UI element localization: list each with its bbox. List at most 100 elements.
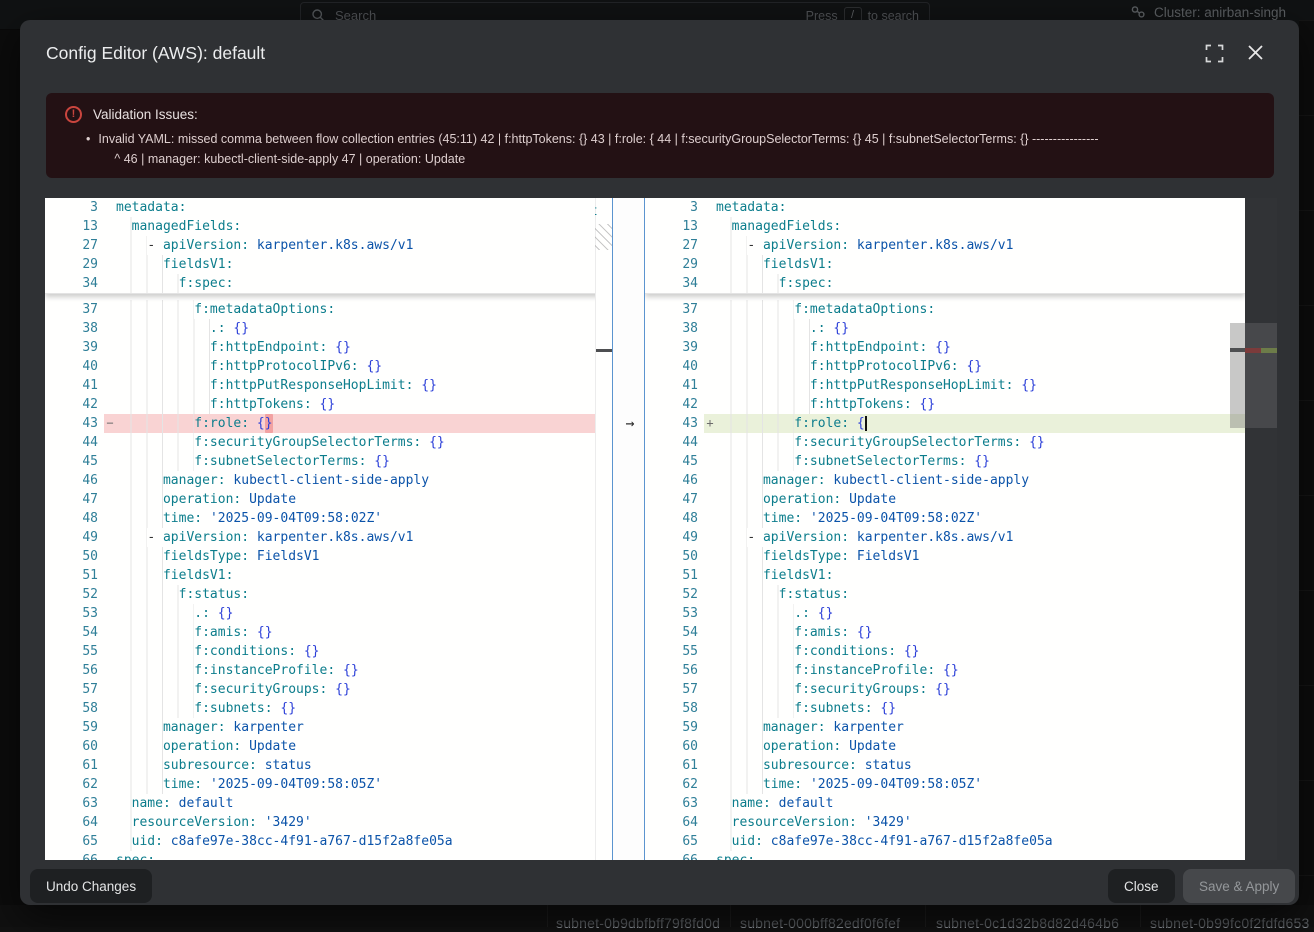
code-line[interactable]: 37 f:metadataOptions: (45, 300, 595, 319)
code-line[interactable]: 61 subresource: status (45, 756, 595, 775)
code-line[interactable]: 55 f:conditions: {} (645, 642, 1245, 661)
code-line[interactable]: 66spec: (45, 851, 595, 860)
diff-sign (704, 433, 716, 452)
sticky-line[interactable]: 27 - apiVersion: karpenter.k8s.aws/v1 (645, 236, 1245, 255)
left-pane-overview-ruler[interactable]: at (595, 198, 612, 860)
sticky-line[interactable]: 3metadata: (645, 198, 1245, 217)
diff-sign (104, 604, 116, 623)
code-line[interactable]: 63 name: default (45, 794, 595, 813)
code-line[interactable]: 43− f:role: {} (45, 414, 595, 433)
code-line[interactable]: 53 .: {} (45, 604, 595, 623)
code-line[interactable]: 60 operation: Update (645, 737, 1245, 756)
code-line[interactable]: 57 f:securityGroups: {} (645, 680, 1245, 699)
code-line[interactable]: 63 name: default (645, 794, 1245, 813)
revert-change-arrow[interactable]: → (620, 414, 640, 433)
yaml-diff-editor[interactable]: 37 f:metadataOptions:38 .: {}39 f:httpEn… (45, 198, 1277, 860)
code-line[interactable]: 41 f:httpPutResponseHopLimit: {} (45, 376, 595, 395)
code-line[interactable]: 50 fieldsType: FieldsV1 (45, 547, 595, 566)
sticky-line[interactable]: 34 f:spec: (645, 274, 1245, 293)
diff-sign (104, 756, 116, 775)
diff-sign (104, 832, 116, 851)
sticky-line[interactable]: 3metadata: (45, 198, 595, 217)
sticky-line[interactable]: 29 fieldsV1: (45, 255, 595, 274)
code-line[interactable]: 62 time: '2025-09-04T09:58:05Z' (45, 775, 595, 794)
code-line[interactable]: 49 - apiVersion: karpenter.k8s.aws/v1 (45, 528, 595, 547)
code-line[interactable]: 38 .: {} (45, 319, 595, 338)
code-text: spec: (716, 851, 1245, 860)
code-line[interactable]: 52 f:status: (45, 585, 595, 604)
code-line[interactable]: 40 f:httpProtocolIPv6: {} (45, 357, 595, 376)
close-button[interactable]: Close (1108, 869, 1175, 903)
code-line[interactable]: 59 manager: karpenter (645, 718, 1245, 737)
fullscreen-expand-button[interactable] (1205, 44, 1225, 64)
code-line[interactable]: 61 subresource: status (645, 756, 1245, 775)
code-line[interactable]: 45 f:subnetSelectorTerms: {} (645, 452, 1245, 471)
code-line[interactable]: 66spec: (645, 851, 1245, 860)
code-line[interactable]: 50 fieldsType: FieldsV1 (645, 547, 1245, 566)
diff-sign (704, 794, 716, 813)
code-line[interactable]: 46 manager: kubectl-client-side-apply (45, 471, 595, 490)
code-line[interactable]: 43+ f:role: { (645, 414, 1245, 433)
code-line[interactable]: 51 fieldsV1: (45, 566, 595, 585)
sticky-line[interactable]: 27 - apiVersion: karpenter.k8s.aws/v1 (45, 236, 595, 255)
code-text: metadata: (716, 198, 1245, 217)
code-line[interactable]: 65 uid: c8afe97e-38cc-4f91-a767-d15f2a8f… (645, 832, 1245, 851)
scrollbar-slider[interactable] (1230, 323, 1245, 428)
code-line[interactable]: 47 operation: Update (45, 490, 595, 509)
sticky-line[interactable]: 13 managedFields: (645, 217, 1245, 236)
sticky-line[interactable]: 13 managedFields: (45, 217, 595, 236)
close-icon[interactable] (1247, 44, 1267, 64)
code-line[interactable]: 40 f:httpProtocolIPv6: {} (645, 357, 1245, 376)
diff-sign: + (704, 414, 716, 433)
code-text: manager: karpenter (116, 718, 595, 737)
code-line[interactable]: 55 f:conditions: {} (45, 642, 595, 661)
code-line[interactable]: 49 - apiVersion: karpenter.k8s.aws/v1 (645, 528, 1245, 547)
code-line[interactable]: 48 time: '2025-09-04T09:58:02Z' (645, 509, 1245, 528)
code-line[interactable]: 41 f:httpPutResponseHopLimit: {} (645, 376, 1245, 395)
code-line[interactable]: 39 f:httpEndpoint: {} (45, 338, 595, 357)
code-line[interactable]: 48 time: '2025-09-04T09:58:02Z' (45, 509, 595, 528)
save-apply-button[interactable]: Save & Apply (1183, 869, 1295, 903)
line-number: 65 (45, 832, 104, 851)
diff-sign (704, 661, 716, 680)
right-pane-scrollbar[interactable] (1230, 198, 1245, 860)
code-line[interactable]: 59 manager: karpenter (45, 718, 595, 737)
code-line[interactable]: 54 f:amis: {} (45, 623, 595, 642)
undo-changes-button[interactable]: Undo Changes (30, 869, 152, 903)
diff-overview-ruler[interactable] (1245, 198, 1277, 860)
code-line[interactable]: 64 resourceVersion: '3429' (645, 813, 1245, 832)
code-line[interactable]: 65 uid: c8afe97e-38cc-4f91-a767-d15f2a8f… (45, 832, 595, 851)
diff-pane-original[interactable]: 37 f:metadataOptions:38 .: {}39 f:httpEn… (45, 198, 595, 860)
diff-pane-modified[interactable]: 37 f:metadataOptions:38 .: {}39 f:httpEn… (645, 198, 1245, 860)
line-number: 44 (45, 433, 104, 452)
code-line[interactable]: 37 f:metadataOptions: (645, 300, 1245, 319)
diff-sign (704, 680, 716, 699)
code-line[interactable]: 42 f:httpTokens: {} (645, 395, 1245, 414)
sticky-line[interactable]: 34 f:spec: (45, 274, 595, 293)
code-line[interactable]: 52 f:status: (645, 585, 1245, 604)
code-line[interactable]: 60 operation: Update (45, 737, 595, 756)
code-line[interactable]: 64 resourceVersion: '3429' (45, 813, 595, 832)
code-line[interactable]: 57 f:securityGroups: {} (45, 680, 595, 699)
code-line[interactable]: 51 fieldsV1: (645, 566, 1245, 585)
code-line[interactable]: 44 f:securityGroupSelectorTerms: {} (645, 433, 1245, 452)
code-line[interactable]: 53 .: {} (645, 604, 1245, 623)
code-line[interactable]: 42 f:httpTokens: {} (45, 395, 595, 414)
code-text: - apiVersion: karpenter.k8s.aws/v1 (716, 528, 1245, 547)
code-line[interactable]: 58 f:subnets: {} (645, 699, 1245, 718)
diff-sign (104, 395, 116, 414)
code-line[interactable]: 54 f:amis: {} (645, 623, 1245, 642)
code-line[interactable]: 58 f:subnets: {} (45, 699, 595, 718)
code-line[interactable]: 46 manager: kubectl-client-side-apply (645, 471, 1245, 490)
code-line[interactable]: 38 .: {} (645, 319, 1245, 338)
code-line[interactable]: 47 operation: Update (645, 490, 1245, 509)
code-line[interactable]: 56 f:instanceProfile: {} (45, 661, 595, 680)
diff-sign (104, 585, 116, 604)
sticky-line[interactable]: 29 fieldsV1: (645, 255, 1245, 274)
code-line[interactable]: 39 f:httpEndpoint: {} (645, 338, 1245, 357)
code-line[interactable]: 44 f:securityGroupSelectorTerms: {} (45, 433, 595, 452)
code-text: fieldsV1: (716, 566, 1245, 585)
code-line[interactable]: 62 time: '2025-09-04T09:58:05Z' (645, 775, 1245, 794)
code-line[interactable]: 56 f:instanceProfile: {} (645, 661, 1245, 680)
code-line[interactable]: 45 f:subnetSelectorTerms: {} (45, 452, 595, 471)
